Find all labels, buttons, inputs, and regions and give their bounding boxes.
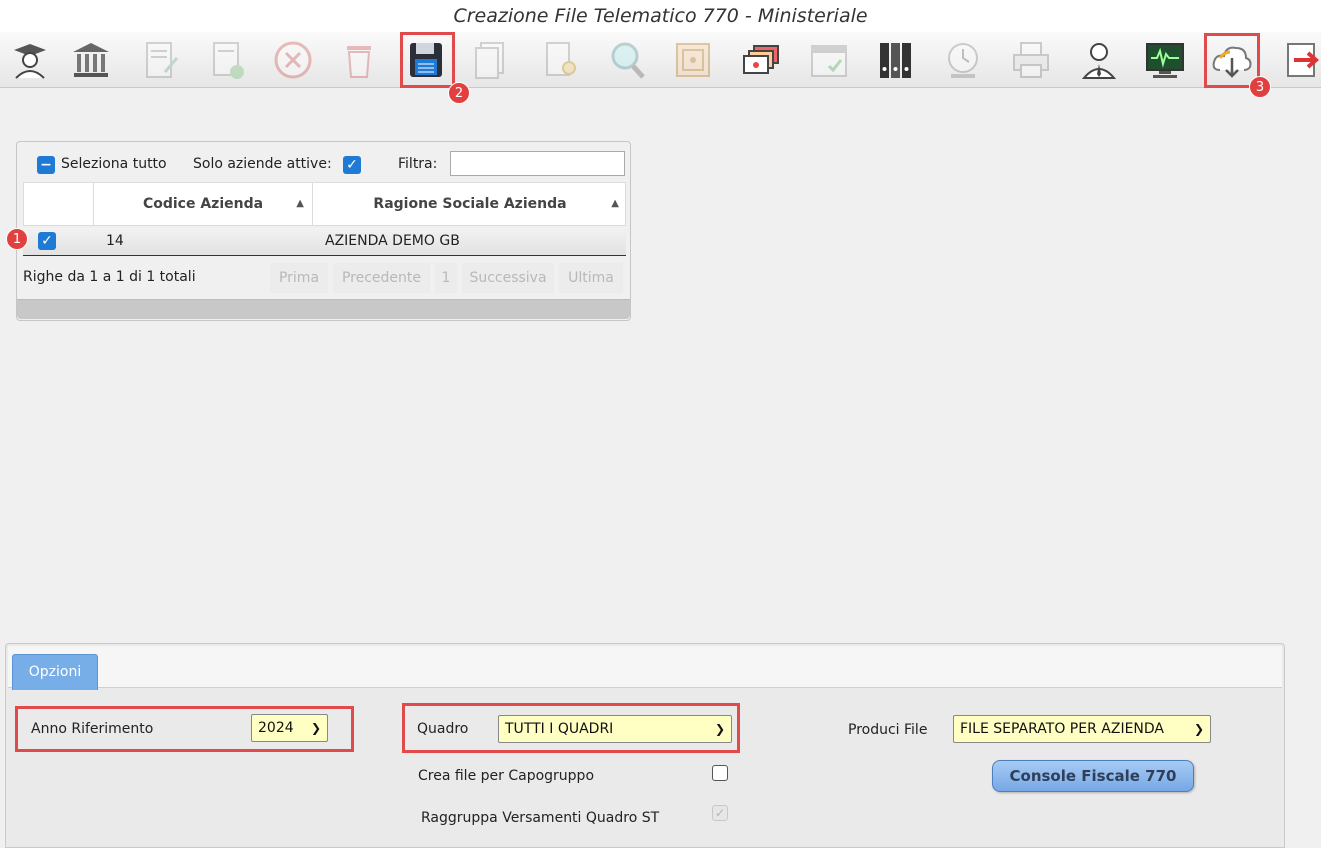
document-search-icon (536, 36, 586, 84)
window-title: Creazione File Telematico 770 - Minister… (0, 0, 1321, 32)
documents-icon (466, 36, 516, 84)
step-marker-1: 1 (6, 228, 28, 250)
rows-info: Righe da 1 a 1 di 1 totali (23, 269, 196, 285)
safe-icon (668, 36, 718, 84)
screens-icon[interactable] (737, 36, 787, 84)
quadro-select[interactable]: TUTTI I QUADRI ❯ (498, 715, 732, 743)
capogruppo-checkbox[interactable] (712, 765, 728, 781)
produci-label: Produci File (848, 722, 928, 738)
row-checkbox[interactable]: ✓ (38, 232, 56, 250)
select-all-label: Seleziona tutto (61, 156, 167, 172)
trash-icon (334, 36, 384, 84)
column-ragione-sociale[interactable]: Ragione Sociale Azienda ▲ (313, 183, 627, 225)
select-all-checkbox[interactable]: − (37, 156, 55, 174)
console-fiscale-button[interactable]: Console Fiscale 770 (992, 760, 1194, 792)
produci-select[interactable]: FILE SEPARATO PER AZIENDA ❯ (953, 715, 1211, 743)
quadro-value: TUTTI I QUADRI (505, 721, 614, 737)
exit-icon[interactable] (1277, 36, 1321, 84)
user-tie-icon[interactable] (1074, 36, 1124, 84)
save-disk-icon[interactable] (401, 36, 451, 84)
clock-icon (938, 36, 988, 84)
horizontal-scrollbar[interactable] (17, 299, 630, 319)
row-name: AZIENDA DEMO GB (325, 233, 460, 249)
row-code: 14 (106, 233, 124, 249)
chevron-down-icon: ❯ (1193, 722, 1204, 736)
sort-asc-icon[interactable]: ▲ (296, 183, 304, 225)
select-column-header (24, 183, 94, 225)
raggruppa-checkbox: ✓ (712, 805, 728, 821)
printer-icon (1006, 36, 1056, 84)
anno-select[interactable]: 2024 ❯ (251, 714, 328, 742)
pager-prev-button[interactable]: Precedente (333, 263, 430, 293)
column-ragione-label: Ragione Sociale Azienda (373, 196, 567, 212)
user-graduate-icon[interactable] (5, 36, 55, 84)
step-marker-2: 2 (448, 82, 470, 104)
options-tabbar: Opzioni (8, 646, 1282, 690)
magnifier-icon (602, 36, 652, 84)
company-grid-panel: − Seleziona tutto Solo aziende attive: ✓… (16, 141, 631, 321)
cloud-download-icon[interactable] (1207, 36, 1257, 84)
document-add-icon (202, 36, 252, 84)
produci-value: FILE SEPARATO PER AZIENDA (960, 721, 1164, 737)
active-only-checkbox[interactable]: ✓ (343, 156, 361, 174)
raggruppa-label: Raggruppa Versamenti Quadro ST (421, 810, 660, 826)
tab-opzioni[interactable]: Opzioni (12, 654, 98, 690)
grid-header: Codice Azienda ▲ Ragione Sociale Azienda… (23, 182, 626, 226)
cancel-icon (268, 36, 318, 84)
binders-icon[interactable] (871, 36, 921, 84)
step-marker-3: 3 (1249, 76, 1271, 98)
quadro-label: Quadro (417, 721, 469, 737)
anno-label: Anno Riferimento (31, 721, 154, 737)
anno-value: 2024 (258, 720, 294, 736)
pager-last-button[interactable]: Ultima (559, 263, 623, 293)
column-codice-label: Codice Azienda (142, 196, 264, 212)
pager-first-button[interactable]: Prima (270, 263, 328, 293)
chevron-down-icon: ❯ (714, 722, 725, 736)
capogruppo-label: Crea file per Capogruppo (418, 768, 595, 784)
chevron-down-icon: ❯ (310, 721, 321, 735)
document-edit-icon (136, 36, 186, 84)
monitor-chart-icon[interactable] (1140, 36, 1190, 84)
column-codice-azienda[interactable]: Codice Azienda ▲ (94, 183, 313, 225)
filter-input[interactable] (450, 151, 625, 176)
toolbar (0, 32, 1321, 88)
pager-next-button[interactable]: Successiva (462, 263, 554, 293)
pager-page[interactable]: 1 (435, 263, 457, 293)
bank-icon[interactable] (66, 36, 116, 84)
active-only-label: Solo aziende attive: (193, 156, 332, 172)
filter-label: Filtra: (398, 156, 438, 172)
sort-asc-icon[interactable]: ▲ (611, 183, 619, 225)
calendar-check-icon (804, 36, 854, 84)
table-row[interactable]: ✓ 14 AZIENDA DEMO GB (23, 228, 626, 256)
